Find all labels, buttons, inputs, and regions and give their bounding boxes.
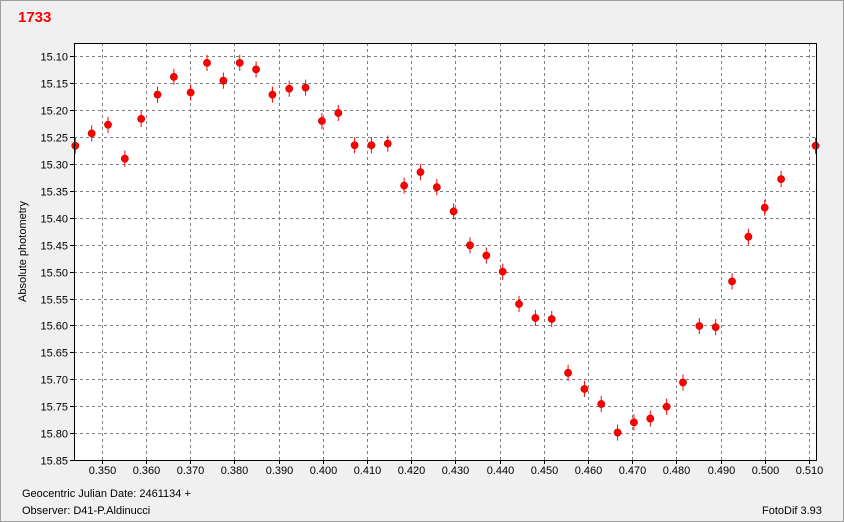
data-point	[318, 117, 326, 125]
data-point	[498, 267, 507, 276]
data-point	[679, 378, 687, 387]
data-point	[777, 175, 785, 184]
y-tick-label: 15.65	[40, 348, 68, 360]
data-point	[416, 168, 425, 177]
x-tick-label: 0.360	[133, 465, 161, 477]
data-point	[646, 414, 655, 423]
data-point	[432, 183, 441, 192]
y-tick-label: 15.60	[40, 321, 68, 333]
x-tick-label: 0.410	[354, 465, 382, 477]
y-tick-label: 15.30	[40, 160, 68, 172]
data-point	[186, 88, 195, 97]
x-axis-label: Geocentric Julian Date: 2461134 +	[22, 488, 191, 500]
data-point	[301, 83, 310, 92]
x-tick-label: 0.460	[575, 465, 603, 477]
data-point	[219, 76, 228, 85]
data-point	[630, 418, 638, 427]
x-tick-label: 0.370	[177, 465, 205, 477]
x-tick-label: 0.480	[663, 465, 691, 477]
x-tick-label: 0.470	[619, 465, 647, 477]
y-tick-label: 15.70	[40, 375, 68, 387]
data-point	[367, 141, 376, 150]
x-tick-label: 0.490	[708, 465, 736, 477]
data-point	[613, 428, 622, 437]
x-tick-label: 0.500	[752, 465, 780, 477]
x-tick-label: 0.450	[531, 465, 559, 477]
y-tick-label: 15.20	[40, 106, 68, 118]
x-tick-label: 0.430	[442, 465, 470, 477]
y-tick-label: 15.50	[40, 268, 68, 280]
data-point	[531, 314, 540, 322]
data-point	[449, 207, 458, 216]
data-point	[169, 72, 178, 81]
data-point	[71, 141, 80, 150]
data-point	[350, 141, 359, 150]
y-tick-label: 15.25	[40, 133, 68, 145]
data-point	[695, 322, 704, 330]
observer-label: Observer: D41-P.Aldinucci	[22, 505, 151, 517]
data-point	[383, 139, 392, 148]
plot-area	[74, 43, 816, 460]
data-point	[711, 323, 720, 331]
lightcurve-chart: 0.350 0.360 0.370 0.380 0.390 0.400 0.410 0.420…	[17, 43, 824, 477]
x-tick-label: 0.350	[89, 465, 117, 477]
data-point	[400, 181, 409, 190]
y-tick-label: 15.10	[40, 52, 68, 64]
y-tick-label: 15.85	[40, 456, 68, 468]
y-tick-label: 15.35	[40, 187, 68, 199]
y-axis-label: Absolute photometry	[17, 201, 29, 302]
y-axis-ticks: 15.10 15.15 15.20 15.25 15.30 15.35 15.40 15.45…	[40, 52, 74, 468]
data-point	[466, 241, 474, 250]
data-point	[235, 59, 244, 67]
x-tick-label: 0.420	[398, 465, 426, 477]
y-tick-label: 15.55	[40, 295, 68, 307]
data-point	[744, 232, 753, 241]
x-tick-label: 0.380	[221, 465, 249, 477]
data-point	[811, 141, 820, 150]
data-point	[597, 400, 606, 408]
data-point	[515, 300, 523, 308]
x-tick-label: 0.510	[796, 465, 824, 477]
data-point	[547, 315, 556, 323]
x-axis-ticks: 0.350 0.360 0.370 0.380 0.390 0.400 0.410 0.420…	[89, 460, 824, 477]
y-tick-label: 15.40	[40, 214, 68, 226]
software-label: FotoDif 3.93	[762, 505, 822, 517]
data-point	[580, 385, 589, 393]
data-point	[87, 129, 96, 138]
data-point	[482, 251, 491, 260]
data-point	[252, 65, 260, 74]
y-tick-label: 15.80	[40, 429, 68, 441]
data-point	[203, 59, 211, 67]
x-tick-label: 0.390	[266, 465, 294, 477]
data-point	[153, 90, 162, 99]
data-point	[268, 90, 277, 99]
data-point	[564, 368, 572, 377]
data-point	[662, 402, 671, 411]
data-point	[120, 154, 129, 163]
data-point	[104, 120, 112, 129]
data-point	[137, 114, 146, 123]
y-tick-label: 15.45	[40, 241, 68, 253]
x-tick-label: 0.400	[310, 465, 338, 477]
data-point	[728, 277, 736, 286]
x-tick-label: 0.440	[487, 465, 515, 477]
y-tick-label: 15.15	[40, 79, 68, 91]
data-point	[760, 203, 769, 212]
data-point	[285, 84, 294, 93]
data-point	[334, 109, 343, 117]
y-tick-label: 15.75	[40, 402, 68, 414]
